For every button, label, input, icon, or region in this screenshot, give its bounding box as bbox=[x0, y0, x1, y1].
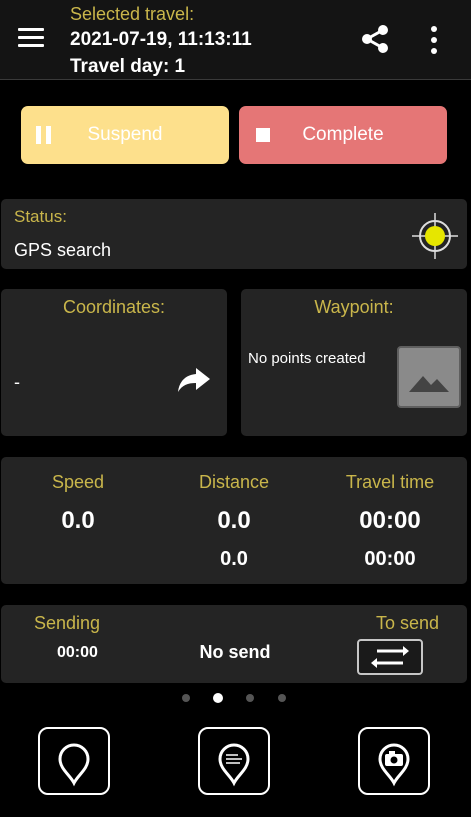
travel-time-label: Travel time bbox=[345, 472, 435, 492]
image-placeholder-icon[interactable] bbox=[397, 346, 461, 408]
hamburger-menu-icon[interactable] bbox=[18, 28, 44, 48]
pager-dot-1[interactable] bbox=[182, 694, 190, 702]
complete-button[interactable]: Complete bbox=[239, 106, 447, 164]
distance-label: Distance bbox=[198, 472, 270, 492]
add-waypoint-icon bbox=[58, 743, 90, 787]
suspend-button[interactable]: Suspend bbox=[21, 106, 229, 164]
distance-value: 0.0 bbox=[217, 507, 251, 534]
status-label: Status: bbox=[14, 207, 67, 226]
selected-travel-datetime: 2021-07-19, 11:13:11 bbox=[70, 29, 252, 50]
sending-status: No send bbox=[199, 642, 271, 662]
complete-button-label: Complete bbox=[302, 124, 384, 145]
add-note-button[interactable] bbox=[198, 727, 270, 795]
pager-dot-2[interactable] bbox=[213, 693, 223, 703]
pager-dot-4[interactable] bbox=[278, 694, 286, 702]
pager-dot-3[interactable] bbox=[246, 694, 254, 702]
travel-day: Travel day: 1 bbox=[70, 56, 186, 77]
distance-sub-value: 0.0 bbox=[220, 548, 248, 570]
travel-time-value: 00:00 bbox=[359, 507, 421, 534]
sending-time: 00:00 bbox=[57, 644, 98, 661]
stop-icon bbox=[256, 128, 270, 142]
sending-label: Sending bbox=[34, 613, 101, 633]
travel-time-sub-value: 00:00 bbox=[364, 548, 416, 570]
add-photo-button[interactable] bbox=[358, 727, 430, 795]
add-photo-icon bbox=[378, 743, 410, 787]
to-send-label: To send bbox=[375, 613, 440, 633]
speed-label: Speed bbox=[51, 472, 105, 492]
swap-arrows-icon[interactable] bbox=[357, 639, 423, 675]
waypoint-label: Waypoint: bbox=[314, 297, 394, 317]
share-icon[interactable] bbox=[358, 22, 392, 56]
more-vertical-icon[interactable] bbox=[424, 26, 444, 54]
status-value: GPS search bbox=[14, 240, 112, 260]
pause-icon bbox=[36, 126, 52, 144]
add-note-icon bbox=[218, 743, 250, 787]
coordinates-label: Coordinates: bbox=[62, 297, 166, 317]
coordinates-value: - bbox=[14, 372, 20, 392]
forward-arrow-icon[interactable] bbox=[176, 366, 212, 394]
add-waypoint-button[interactable] bbox=[38, 727, 110, 795]
speed-value: 0.0 bbox=[61, 507, 95, 534]
gps-crosshair-icon bbox=[410, 211, 460, 261]
selected-travel-label: Selected travel: bbox=[70, 4, 195, 24]
suspend-button-label: Suspend bbox=[87, 124, 163, 145]
waypoint-value: No points created bbox=[248, 350, 366, 367]
